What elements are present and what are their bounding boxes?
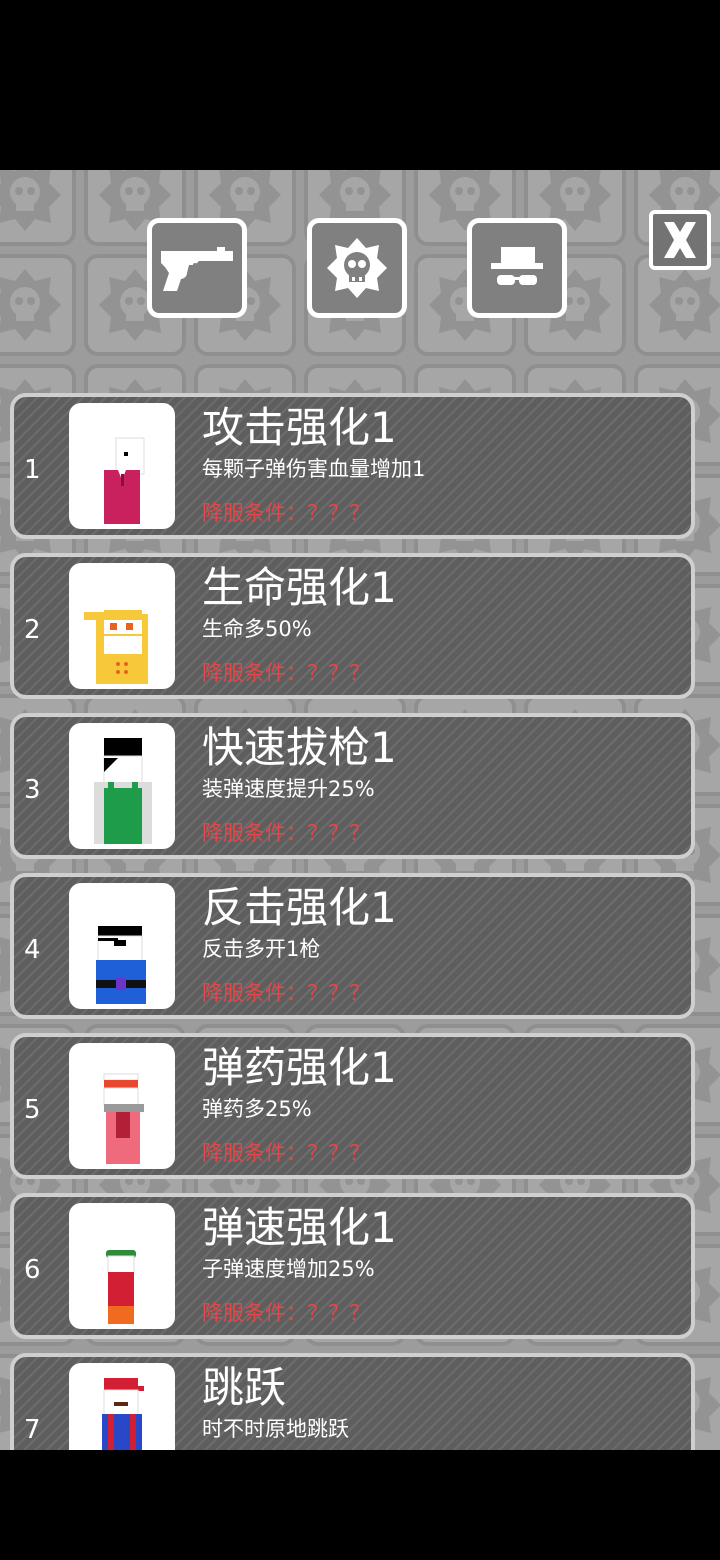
skill-card[interactable]: 7 跳跃 时不时原地跳跃 bbox=[10, 1353, 695, 1450]
skill-description: 生命多50% bbox=[202, 617, 312, 641]
skill-title: 弹速强化1 bbox=[202, 1203, 397, 1252]
character-portrait-red-cap bbox=[69, 1363, 175, 1450]
close-button[interactable] bbox=[649, 210, 711, 270]
skill-title: 跳跃 bbox=[202, 1363, 287, 1412]
skill-card[interactable]: 5 弹药强化1 弹药多25% 降服条件：？？？ bbox=[10, 1033, 695, 1179]
skill-description: 子弹速度增加25% bbox=[202, 1257, 375, 1281]
character-portrait-green-cap bbox=[69, 1203, 175, 1329]
skill-number: 5 bbox=[24, 1095, 41, 1125]
character-portrait-overalls bbox=[69, 723, 175, 849]
skill-number: 7 bbox=[24, 1415, 41, 1445]
skill-description: 每颗子弹伤害血量增加1 bbox=[202, 457, 426, 481]
character-portrait-suit bbox=[69, 403, 175, 529]
skill-description: 反击多开1枪 bbox=[202, 937, 321, 961]
close-x-icon bbox=[664, 222, 696, 258]
skill-condition: 降服条件：？？？ bbox=[202, 981, 370, 1005]
skill-card[interactable]: 1 攻击强化1 每颗子弹伤害血量增加1 降服条件：？？？ bbox=[10, 393, 695, 539]
skill-description: 时不时原地跳跃 bbox=[202, 1417, 349, 1441]
tab-outfits[interactable] bbox=[467, 218, 567, 318]
skill-number: 4 bbox=[24, 935, 41, 965]
skill-number: 2 bbox=[24, 615, 41, 645]
skill-title: 反击强化1 bbox=[202, 883, 397, 932]
skill-condition: 降服条件：？？？ bbox=[202, 1301, 370, 1325]
skill-title: 生命强化1 bbox=[202, 563, 397, 612]
skill-description: 装弹速度提升25% bbox=[202, 777, 375, 801]
skill-title: 快速拔枪1 bbox=[202, 723, 397, 772]
character-portrait-headband bbox=[69, 1043, 175, 1169]
skill-condition: 降服条件：？？？ bbox=[202, 821, 370, 845]
skill-condition: 降服条件：？？？ bbox=[202, 1141, 370, 1165]
skills-screen: 1 攻击强化1 每颗子弹伤害血量增加1 降服条件：？？？ 2 生命强化1 生命多… bbox=[0, 170, 720, 1450]
tab-weapon[interactable] bbox=[147, 218, 247, 318]
navigation-bar-area bbox=[0, 1450, 720, 1560]
skill-card[interactable]: 3 快速拔枪1 装弹速度提升25% 降服条件：？？？ bbox=[10, 713, 695, 859]
skill-condition: 降服条件：？？？ bbox=[202, 661, 370, 685]
character-portrait-bandana bbox=[69, 563, 175, 689]
skill-number: 6 bbox=[24, 1255, 41, 1285]
tab-enemies[interactable] bbox=[307, 218, 407, 318]
skill-number: 1 bbox=[24, 455, 41, 485]
hat-glasses-icon bbox=[491, 247, 543, 285]
skill-card[interactable]: 6 弹速强化1 子弹速度增加25% 降服条件：？？？ bbox=[10, 1193, 695, 1339]
character-portrait-eyepatch bbox=[69, 883, 175, 1009]
skill-card[interactable]: 2 生命强化1 生命多50% 降服条件：？？？ bbox=[10, 553, 695, 699]
skull-badge-icon bbox=[327, 238, 387, 298]
skill-description: 弹药多25% bbox=[202, 1097, 312, 1121]
skill-number: 3 bbox=[24, 775, 41, 805]
skill-title: 攻击强化1 bbox=[202, 403, 397, 452]
status-bar-area bbox=[0, 0, 720, 170]
skill-card[interactable]: 4 反击强化1 反击多开1枪 降服条件：？？？ bbox=[10, 873, 695, 1019]
skill-title: 弹药强化1 bbox=[202, 1043, 397, 1092]
skill-condition: 降服条件：？？？ bbox=[202, 501, 370, 525]
revolver-icon bbox=[161, 247, 233, 291]
